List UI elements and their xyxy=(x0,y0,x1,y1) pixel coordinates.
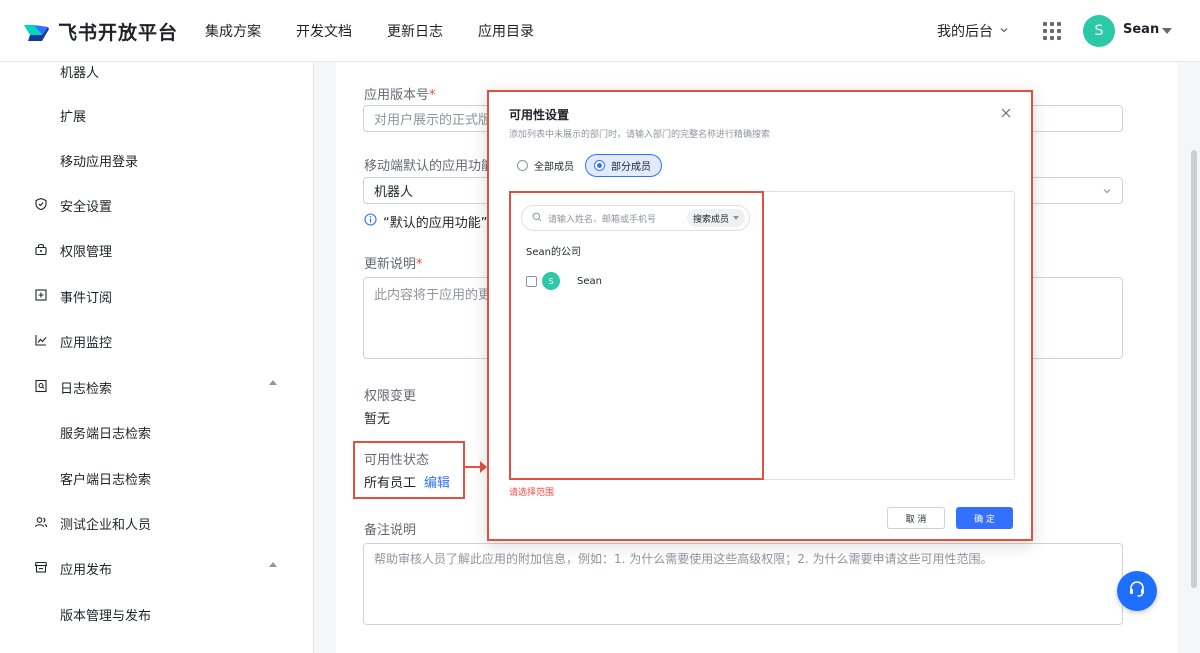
confirm-button[interactable]: 确 定 xyxy=(956,507,1013,529)
feishu-logo-icon xyxy=(22,19,50,45)
validation-error: 请选择范围 xyxy=(509,488,555,498)
search-scope-label: 搜索成员 xyxy=(692,214,729,225)
annotation-arrow xyxy=(465,461,487,473)
cancel-button[interactable]: 取 消 xyxy=(887,507,945,529)
sidebar-item-permissions[interactable]: 权限管理 xyxy=(60,241,112,260)
sidebar-item-events[interactable]: 事件订阅 xyxy=(60,287,112,306)
radio-selected-icon xyxy=(594,160,605,171)
version-label: 应用版本号* xyxy=(364,88,436,103)
availability-edit-link[interactable]: 编辑 xyxy=(424,472,450,491)
member-row[interactable]: S Sean xyxy=(526,272,602,290)
radio-icon xyxy=(517,160,528,171)
nav-docs[interactable]: 开发文档 xyxy=(296,21,352,41)
sidebar-item-log-search[interactable]: 日志检索 xyxy=(60,378,112,397)
radio-all-label: 全部成员 xyxy=(534,162,574,173)
info-text: “默认的应用功能”即 xyxy=(383,216,501,231)
lock-icon xyxy=(34,242,48,256)
search-icon xyxy=(532,212,542,225)
search-placeholder: 请输入姓名、邮箱或手机号 xyxy=(548,214,657,225)
mobile-default-value: 机器人 xyxy=(374,185,414,200)
member-checkbox[interactable] xyxy=(526,275,537,287)
chart-icon xyxy=(34,333,48,347)
customer-service-button[interactable] xyxy=(1117,571,1157,611)
availability-label: 可用性状态 xyxy=(364,453,430,468)
sidebar-item-security[interactable]: 安全设置 xyxy=(60,196,112,215)
search-scope-dropdown[interactable]: 搜索成员 xyxy=(686,209,745,227)
remark-textarea[interactable]: 帮助审核人员了解此应用的附加信息，例如：1. 为什么需要使用这些高级权限；2. … xyxy=(363,543,1123,625)
app-grid-icon[interactable] xyxy=(1043,22,1061,40)
sidebar-item-test-enterprise[interactable]: 测试企业和人员 xyxy=(60,514,151,533)
headset-icon xyxy=(1127,579,1147,603)
mobile-default-label: 移动端默认的应用功能 xyxy=(364,159,495,174)
update-label: 更新说明* xyxy=(364,257,423,272)
page-scrollbar[interactable] xyxy=(1191,150,1197,588)
chevron-down-icon xyxy=(999,23,1009,39)
sidebar-item-bot[interactable]: 机器人 xyxy=(60,62,99,81)
remark-placeholder: 帮助审核人员了解此应用的附加信息，例如：1. 为什么需要使用这些高级权限；2. … xyxy=(374,552,993,566)
availability-value: 所有员工 xyxy=(364,476,417,491)
member-search-input[interactable]: 请输入姓名、邮箱或手机号 搜索成员 xyxy=(521,205,750,231)
user-name[interactable]: Sean xyxy=(1123,22,1159,37)
event-icon xyxy=(34,288,48,302)
member-name: Sean xyxy=(577,275,602,287)
top-header: 飞书开放平台 集成方案 开发文档 更新日志 应用目录 我的后台 S Sean xyxy=(0,0,1200,62)
shield-icon xyxy=(34,197,48,211)
close-icon[interactable] xyxy=(1001,103,1011,122)
availability-dialog: 可用性设置 添加列表中未展示的部门时，请输入部门的完整名称进行精确搜索 全部成员… xyxy=(487,90,1033,541)
perm-change-value: 暂无 xyxy=(364,412,391,427)
version-placeholder: 对用户展示的正式版 xyxy=(374,113,492,128)
nav-solutions[interactable]: 集成方案 xyxy=(205,21,261,41)
sidebar-item-client-log[interactable]: 客户端日志检索 xyxy=(60,469,151,488)
dialog-subtitle: 添加列表中未展示的部门时，请输入部门的完整名称进行精确搜索 xyxy=(509,130,771,140)
radio-partial-members[interactable]: 部分成员 xyxy=(585,154,662,177)
brand-name: 飞书开放平台 xyxy=(58,22,179,44)
dialog-title: 可用性设置 xyxy=(509,108,570,122)
my-backend-menu[interactable]: 我的后台 xyxy=(937,21,1009,41)
brand-logo[interactable]: 飞书开放平台 xyxy=(22,18,178,45)
update-placeholder: 此内容将于应用的更 xyxy=(374,288,492,303)
sidebar-item-monitoring[interactable]: 应用监控 xyxy=(60,332,112,351)
sidebar-item-publish[interactable]: 应用发布 xyxy=(60,559,112,578)
sidebar-item-extension[interactable]: 扩展 xyxy=(60,106,86,125)
company-name: Sean的公司 xyxy=(526,247,581,258)
nav-changelog[interactable]: 更新日志 xyxy=(387,21,443,41)
member-avatar: S xyxy=(542,272,560,290)
perm-change-label: 权限变更 xyxy=(364,389,417,404)
caret-down-icon xyxy=(733,216,739,220)
store-icon xyxy=(34,560,48,574)
caret-down-icon[interactable] xyxy=(1162,28,1172,34)
collapse-caret-icon[interactable] xyxy=(269,562,277,567)
info-icon xyxy=(364,213,377,230)
nav-app-directory[interactable]: 应用目录 xyxy=(478,21,534,41)
users-icon xyxy=(34,515,48,529)
sidebar-item-server-log[interactable]: 服务端日志检索 xyxy=(60,423,151,442)
remark-label: 备注说明 xyxy=(364,523,417,538)
radio-partial-label: 部分成员 xyxy=(611,162,651,173)
sidebar-item-version-mgmt[interactable]: 版本管理与发布 xyxy=(60,605,151,624)
sidebar: 机器人 扩展 移动应用登录 安全设置 权限管理 事件订阅 应用监控 日志检索 服… xyxy=(0,62,314,653)
member-picker-left-highlight xyxy=(509,191,764,480)
chevron-down-icon xyxy=(1102,185,1112,200)
sidebar-item-mobile-login[interactable]: 移动应用登录 xyxy=(60,151,138,170)
log-icon xyxy=(34,379,48,393)
my-backend-label: 我的后台 xyxy=(937,24,993,40)
radio-all-members[interactable]: 全部成员 xyxy=(509,154,584,177)
collapse-caret-icon[interactable] xyxy=(269,380,277,385)
user-avatar[interactable]: S xyxy=(1083,15,1115,47)
